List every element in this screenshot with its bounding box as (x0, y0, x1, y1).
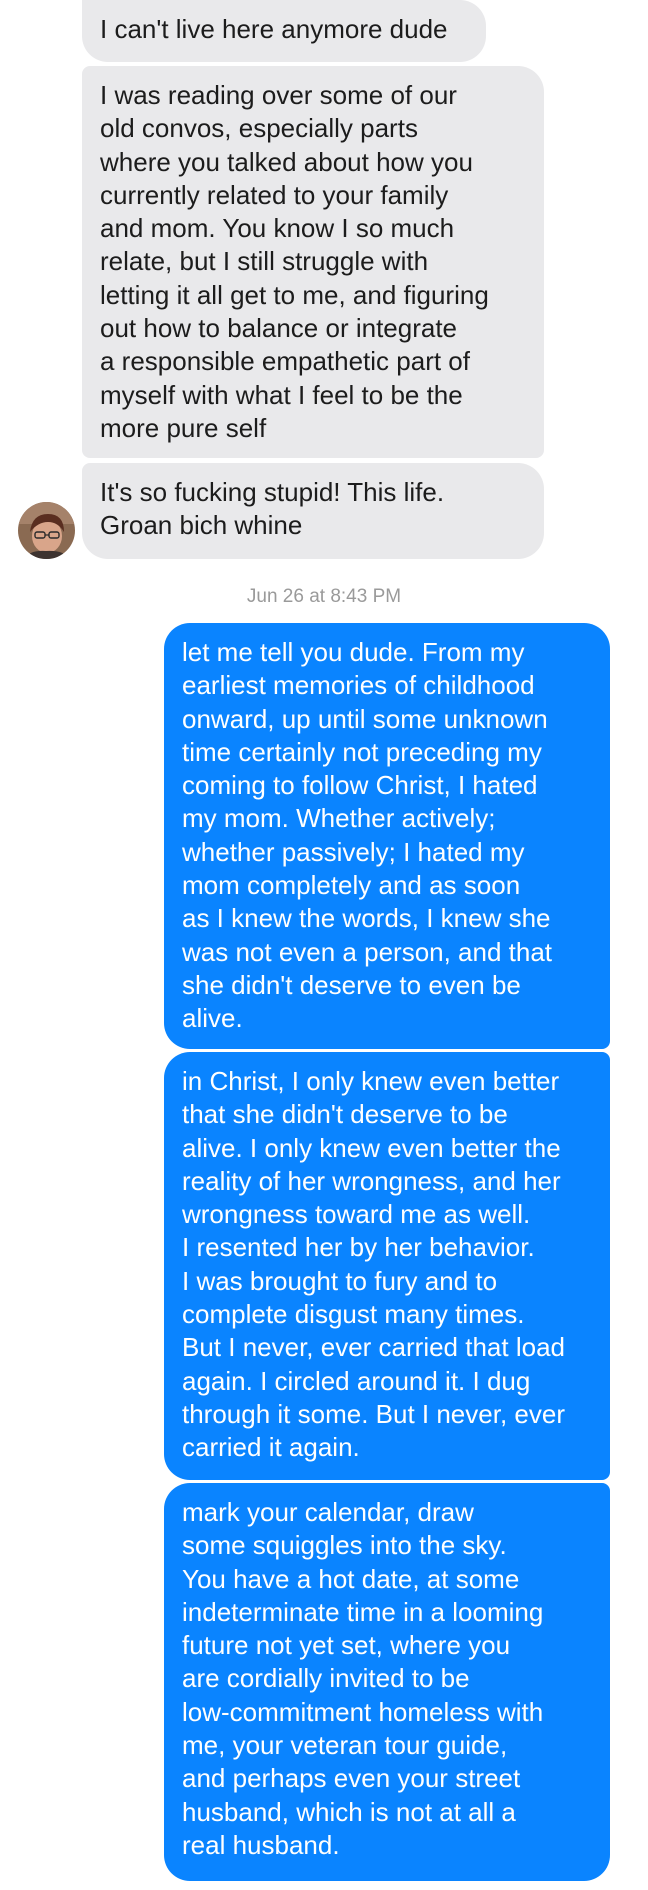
message-thread: I can't live here anymore dude I was rea… (0, 0, 648, 1890)
outgoing-message-bubble[interactable]: in Christ, I only knew even better that … (164, 1052, 610, 1480)
incoming-message-bubble[interactable]: I was reading over some of our old convo… (82, 66, 544, 458)
outgoing-message-bubble[interactable]: mark your calendar, draw some squiggles … (164, 1483, 610, 1881)
incoming-message-bubble[interactable]: It's so fucking stupid! This life. Groan… (82, 463, 544, 559)
message-timestamp: Jun 26 at 8:43 PM (246, 586, 402, 607)
contact-avatar[interactable] (18, 502, 75, 559)
incoming-message-bubble[interactable]: I can't live here anymore dude (82, 0, 486, 62)
avatar-photo (18, 502, 75, 559)
outgoing-message-bubble[interactable]: let me tell you dude. From my earliest m… (164, 623, 610, 1049)
